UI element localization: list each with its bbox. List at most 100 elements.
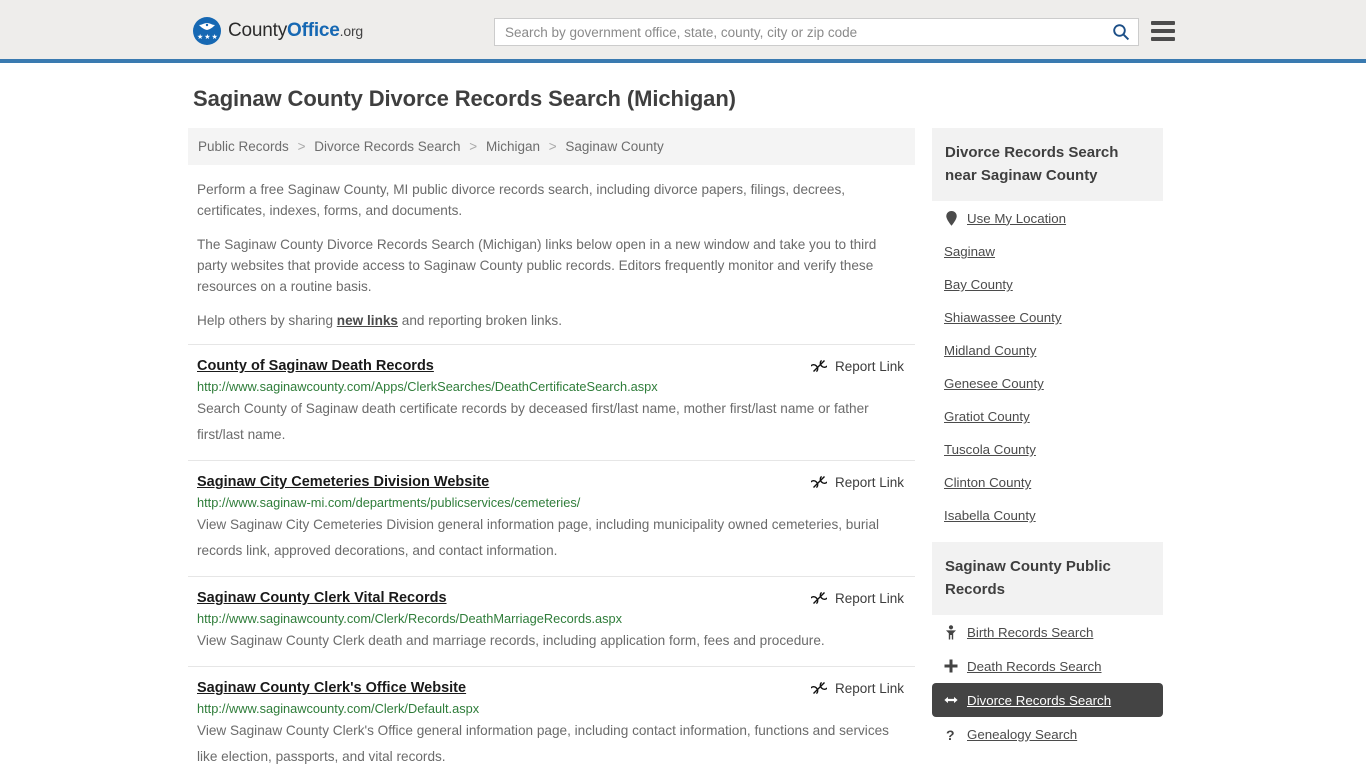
- logo-text-office: Office: [287, 20, 340, 41]
- sidebar-item-genealogy-search[interactable]: ? Genealogy Search: [932, 717, 1163, 751]
- broken-link-icon: [810, 475, 827, 489]
- sidebar: Divorce Records Search near Saginaw Coun…: [932, 128, 1163, 768]
- sidebar-nearby-list: Use My Location Saginaw Bay County Shiaw…: [932, 201, 1163, 532]
- report-link-button[interactable]: Report Link: [810, 680, 906, 696]
- sidebar-link[interactable]: Clinton County: [944, 475, 1031, 490]
- sidebar-public-records-heading: Saginaw County Public Records: [932, 542, 1163, 615]
- intro-p3-after: and reporting broken links.: [398, 313, 562, 328]
- results-list: County of Saginaw Death Records Report L…: [188, 344, 915, 768]
- sidebar-link[interactable]: Genesee County: [944, 376, 1044, 391]
- baby-icon: [944, 624, 958, 640]
- breadcrumb-item-divorce-records-search[interactable]: Divorce Records Search: [314, 139, 460, 154]
- sidebar-link[interactable]: Saginaw: [944, 244, 995, 259]
- broken-link-icon: [810, 681, 827, 695]
- logo-text: CountyOffice.org: [228, 20, 363, 42]
- result-title-link[interactable]: Saginaw County Clerk's Office Website: [197, 680, 466, 696]
- site-header: ★★★ CountyOffice.org: [0, 0, 1366, 63]
- report-link-button[interactable]: Report Link: [810, 474, 906, 490]
- sidebar-item-genesee-county[interactable]: Genesee County: [932, 367, 1163, 400]
- result-header: Saginaw City Cemeteries Division Website…: [197, 474, 906, 490]
- result-title-link[interactable]: Saginaw City Cemeteries Division Website: [197, 474, 489, 490]
- breadcrumb: Public Records > Divorce Records Search …: [188, 128, 915, 165]
- breadcrumb-item-michigan[interactable]: Michigan: [486, 139, 540, 154]
- sidebar-item-midland-county[interactable]: Midland County: [932, 334, 1163, 367]
- sidebar-link[interactable]: Genealogy Search: [967, 727, 1077, 742]
- content-container: Saginaw County Divorce Records Search (M…: [188, 63, 1178, 768]
- sidebar-item-shiawassee-county[interactable]: Shiawassee County: [932, 301, 1163, 334]
- map-pin-icon: [944, 210, 958, 226]
- new-links-link[interactable]: new links: [337, 313, 398, 328]
- site-logo[interactable]: ★★★ CountyOffice.org: [193, 17, 363, 45]
- sidebar-item-death-records-search[interactable]: Death Records Search: [932, 649, 1163, 683]
- result-item: Saginaw County Clerk's Office Website Re…: [188, 666, 915, 768]
- sidebar-item-isabella-county[interactable]: Isabella County: [932, 499, 1163, 532]
- hamburger-bar: [1151, 21, 1175, 25]
- sidebar-link[interactable]: Shiawassee County: [944, 310, 1062, 325]
- result-url: http://www.saginawcounty.com/Clerk/Defau…: [197, 701, 480, 716]
- broken-link-icon: [810, 591, 827, 605]
- sidebar-item-bay-county[interactable]: Bay County: [932, 268, 1163, 301]
- logo-text-org: .org: [339, 23, 364, 39]
- result-title-link[interactable]: Saginaw County Clerk Vital Records: [197, 590, 447, 606]
- sidebar-item-gratiot-county[interactable]: Gratiot County: [932, 400, 1163, 433]
- breadcrumb-separator: >: [297, 139, 306, 154]
- sidebar-item-saginaw[interactable]: Saginaw: [932, 235, 1163, 268]
- report-link-label: Report Link: [834, 474, 904, 490]
- result-url: http://www.saginaw-mi.com/departments/pu…: [197, 495, 581, 510]
- sidebar-link[interactable]: Bay County: [944, 277, 1013, 292]
- broken-link-icon: [810, 359, 827, 373]
- sidebar-link[interactable]: Birth Records Search: [967, 625, 1093, 640]
- sidebar-link[interactable]: Use My Location: [967, 211, 1066, 226]
- sidebar-link[interactable]: Gratiot County: [944, 409, 1030, 424]
- search-icon: [1113, 24, 1130, 41]
- sidebar-link[interactable]: Tuscola County: [944, 442, 1036, 457]
- report-link-button[interactable]: Report Link: [810, 590, 906, 606]
- result-description: View Saginaw City Cemeteries Division ge…: [197, 517, 880, 558]
- intro-paragraph-3: Help others by sharing new links and rep…: [188, 310, 915, 331]
- plus-cross-icon: [944, 658, 958, 674]
- logo-text-county: County: [228, 20, 288, 41]
- breadcrumb-separator: >: [469, 139, 478, 154]
- question-mark-icon: ?: [944, 726, 958, 742]
- sidebar-panel-public-records: Saginaw County Public Records Birth Reco…: [932, 542, 1163, 751]
- search-input[interactable]: [495, 24, 1104, 40]
- hamburger-menu-button[interactable]: [1151, 21, 1175, 41]
- page-title: Saginaw County Divorce Records Search (M…: [193, 86, 736, 111]
- intro-p3-before: Help others by sharing: [197, 313, 337, 328]
- search-box[interactable]: [494, 18, 1139, 46]
- intro-paragraph-1: Perform a free Saginaw County, MI public…: [197, 182, 846, 218]
- result-header: Saginaw County Clerk Vital Records Repor…: [197, 590, 906, 606]
- search-button[interactable]: [1104, 19, 1138, 45]
- sidebar-link[interactable]: Death Records Search: [967, 659, 1102, 674]
- sidebar-item-birth-records-search[interactable]: Birth Records Search: [932, 615, 1163, 649]
- report-link-button[interactable]: Report Link: [810, 358, 906, 374]
- main-column: Public Records > Divorce Records Search …: [188, 128, 915, 768]
- sidebar-link[interactable]: Isabella County: [944, 508, 1036, 523]
- result-url: http://www.saginawcounty.com/Apps/ClerkS…: [197, 379, 658, 394]
- breadcrumb-item-saginaw-county[interactable]: Saginaw County: [565, 139, 663, 154]
- sidebar-item-clinton-county[interactable]: Clinton County: [932, 466, 1163, 499]
- sidebar-item-divorce-records-search[interactable]: Divorce Records Search: [932, 683, 1163, 717]
- sidebar-link[interactable]: Divorce Records Search: [967, 693, 1111, 708]
- left-right-arrow-icon: [944, 692, 958, 708]
- result-description: View Saginaw County Clerk's Office gener…: [197, 723, 889, 764]
- svg-text:?: ?: [946, 727, 955, 742]
- result-url: http://www.saginawcounty.com/Clerk/Recor…: [197, 611, 623, 626]
- sidebar-item-tuscola-county[interactable]: Tuscola County: [932, 433, 1163, 466]
- intro-paragraph-2: The Saginaw County Divorce Records Searc…: [197, 237, 877, 294]
- two-column-layout: Public Records > Divorce Records Search …: [188, 128, 1178, 768]
- hamburger-bar: [1151, 37, 1175, 41]
- result-description: View Saginaw County Clerk death and marr…: [197, 633, 825, 648]
- breadcrumb-item-public-records[interactable]: Public Records: [198, 139, 289, 154]
- result-item: County of Saginaw Death Records Report L…: [188, 344, 915, 460]
- result-header: County of Saginaw Death Records Report L…: [197, 358, 906, 374]
- breadcrumb-separator: >: [548, 139, 557, 154]
- result-header: Saginaw County Clerk's Office Website Re…: [197, 680, 906, 696]
- report-link-label: Report Link: [834, 358, 904, 374]
- result-title-link[interactable]: County of Saginaw Death Records: [197, 358, 434, 374]
- sidebar-link[interactable]: Midland County: [944, 343, 1036, 358]
- sidebar-item-use-my-location[interactable]: Use My Location: [932, 201, 1163, 235]
- report-link-label: Report Link: [834, 680, 904, 696]
- logo-stars: ★★★: [197, 34, 219, 41]
- result-item: Saginaw City Cemeteries Division Website…: [188, 460, 915, 576]
